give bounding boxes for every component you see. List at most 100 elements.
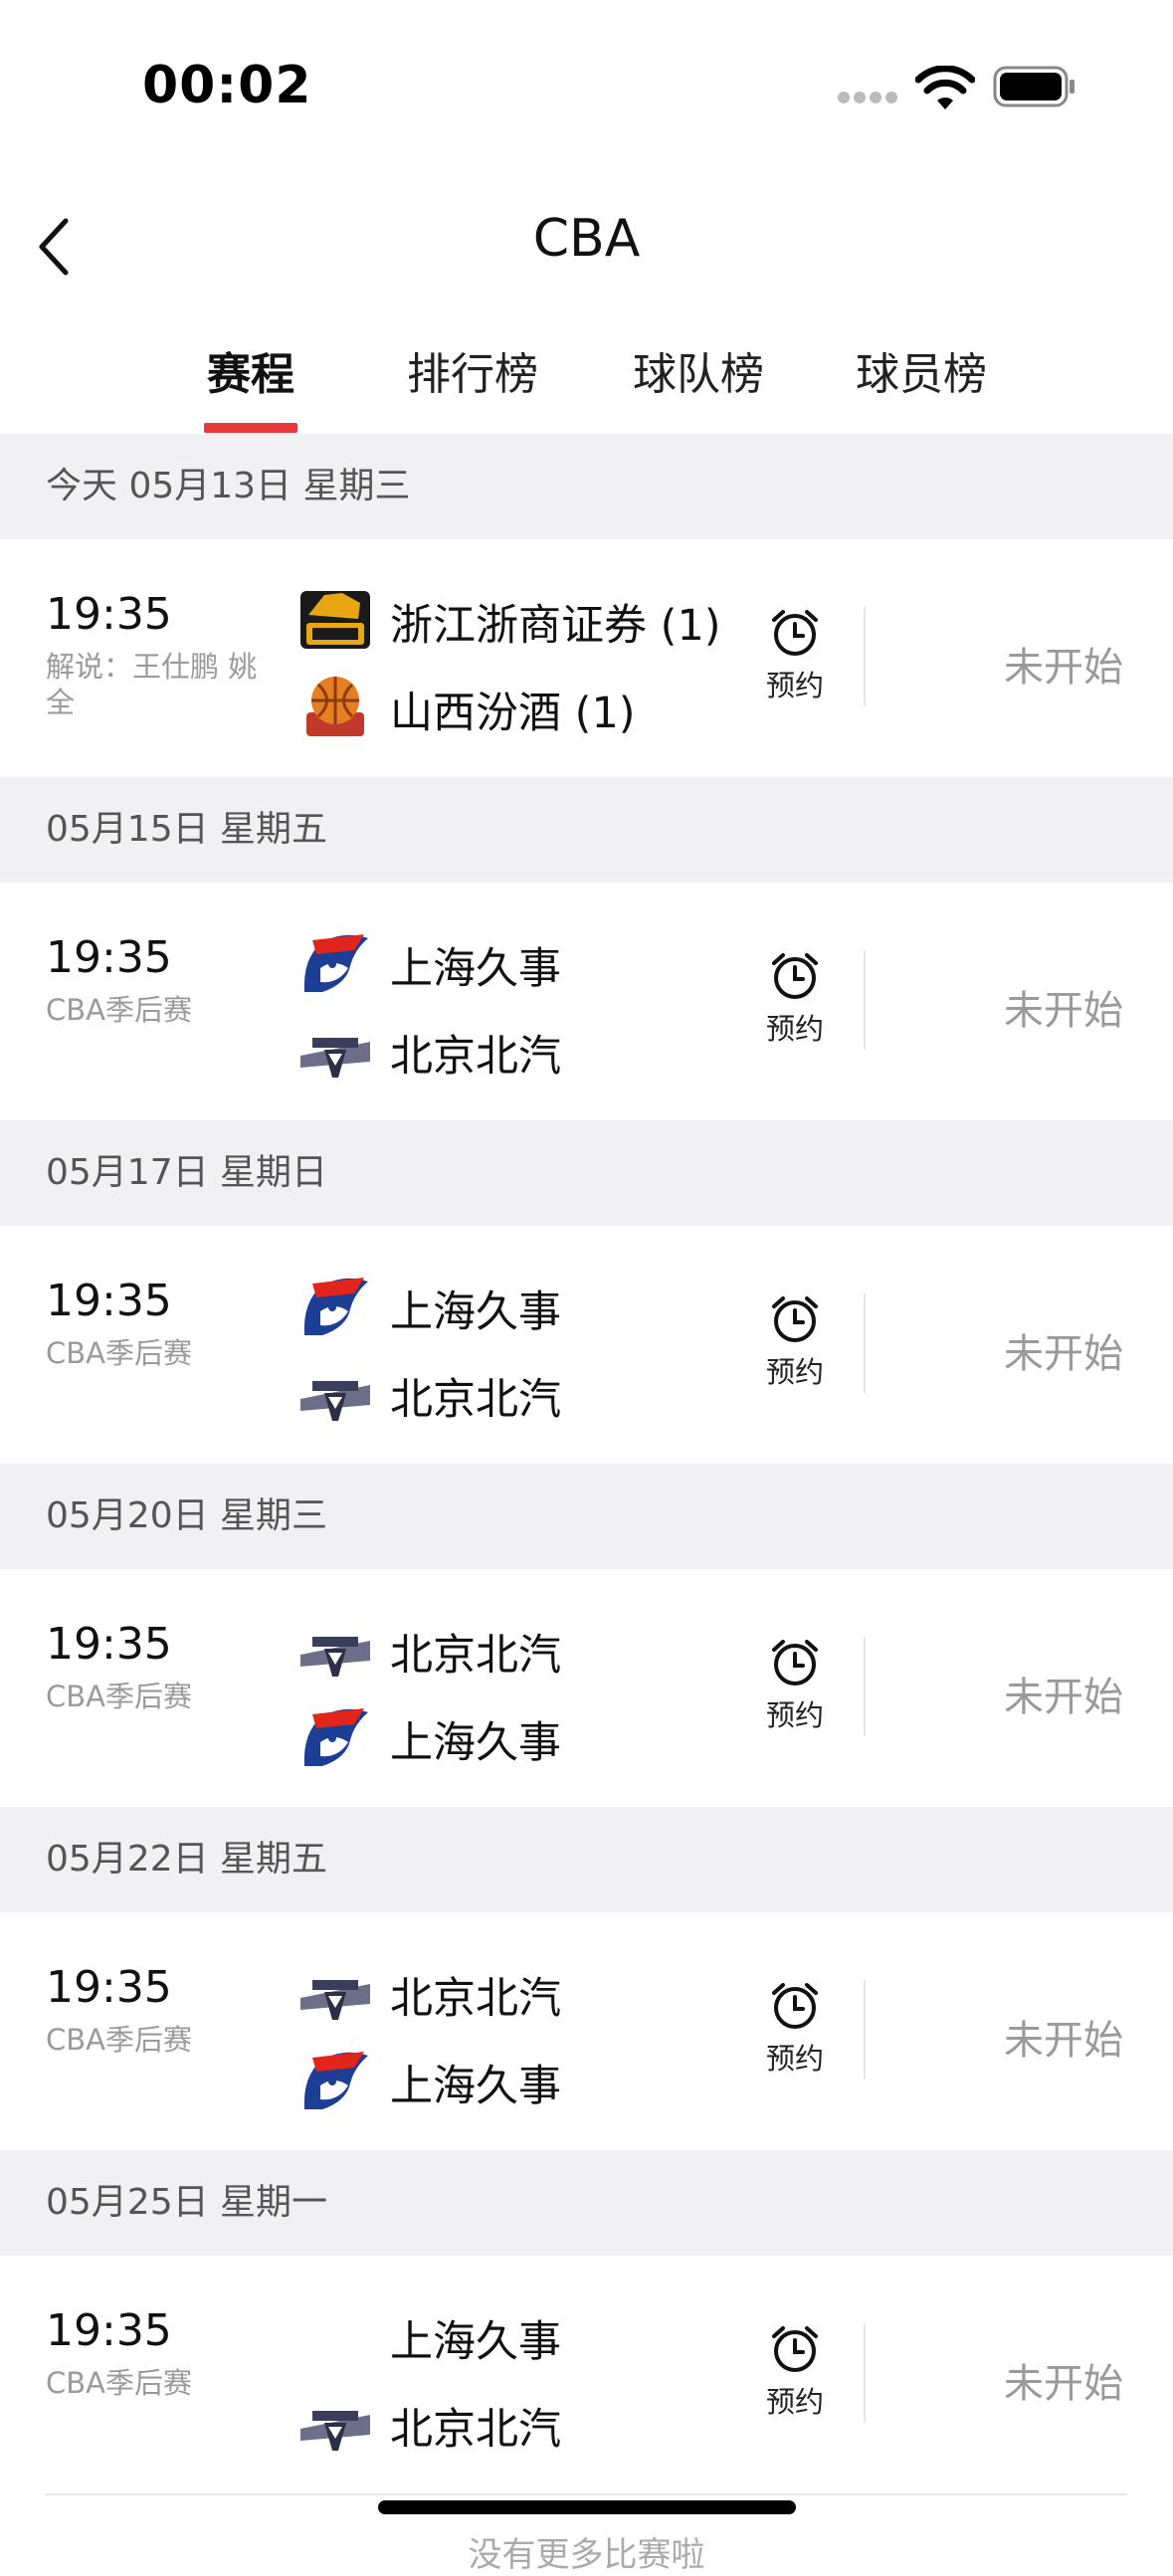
list-end-divider [46,2493,1127,2495]
team-name: 上海久事 [390,2062,561,2111]
reminder-button[interactable]: 预约 [756,1637,834,1734]
date-header: 05月22日 星期五 [0,1807,1173,1912]
wifi-icon [915,66,975,109]
active-tab-indicator [204,423,297,433]
alarm-clock-icon [772,1640,818,1685]
team-name: 上海久事 [390,1718,561,1768]
reminder-button[interactable]: 预约 [756,1980,834,2078]
alarm-clock-icon [772,2326,818,2372]
tab-rankings[interactable]: 排行榜 [403,338,542,434]
nav-bar: CBA [0,179,1173,308]
team-logo [298,673,372,740]
home-indicator[interactable] [378,2500,796,2514]
no-more-matches-text: 没有更多比赛啦 [468,2535,705,2575]
home-team[interactable]: 北京北汽 [298,1952,736,2032]
away-team[interactable]: 北京北汽 [298,1353,736,1433]
team-logo [298,1359,372,1427]
divider [864,1637,866,1736]
schedule-list[interactable]: 今天 05月13日 星期三 19:35 解说：王仕鹏 姚全 浙江浙商证券 (1) 山西汾… [0,434,1173,2493]
alarm-clock-icon [772,1983,818,2029]
reminder-button[interactable]: 预约 [756,950,834,1048]
match-time: 19:35 [46,1619,172,1670]
match-time: 19:35 [46,589,172,640]
team-logo [298,1702,372,1770]
team-name: 山西汾酒 (1) [390,689,636,738]
match-row[interactable]: 19:35 CBA季后赛 上海久事北京北汽 预约 未开始 [0,2256,1173,2493]
away-team[interactable]: 北京北汽 [298,2383,736,2463]
match-row[interactable]: 19:35 解说：王仕鹏 姚全 浙江浙商证券 (1) 山西汾酒 (1) 预约 未开始 [0,539,1173,777]
divider [864,1980,866,2080]
cellular-signal-icon [838,92,897,105]
tab-team-stats[interactable]: 球队榜 [629,338,768,434]
divider [864,1293,866,1393]
team-name: 北京北汽 [390,1631,561,1681]
home-team[interactable]: 上海久事 [298,2295,736,2375]
match-subtitle: CBA季后赛 [46,2366,192,2400]
page-title: CBA [532,209,641,269]
divider [864,2323,866,2423]
home-team[interactable]: 上海久事 [298,922,736,1002]
team-name: 北京北汽 [390,1375,561,1425]
status-time: 00:02 [142,56,312,115]
team-name: 上海久事 [390,944,561,994]
team-name: 北京北汽 [390,2405,561,2455]
tab-player-stats[interactable]: 球员榜 [852,338,991,434]
match-subtitle: CBA季后赛 [46,993,192,1027]
match-status: 未开始 [1004,2018,1123,2064]
status-bar: 00:02 [0,0,1173,149]
match-subtitle: 解说：王仕鹏 姚全 [46,650,258,719]
reminder-button[interactable]: 预约 [756,1293,834,1391]
team-logo [298,1272,372,1339]
team-name: 浙江浙商证券 (1) [390,601,721,651]
team-logo [298,2301,372,2369]
match-row[interactable]: 19:35 CBA季后赛 北京北汽上海久事 预约 未开始 [0,1912,1173,2150]
divider [864,950,866,1050]
date-header: 05月15日 星期五 [0,777,1173,883]
reminder-label: 预约 [765,2385,824,2419]
team-name: 北京北汽 [390,1032,561,1082]
away-team[interactable]: 上海久事 [298,1696,736,1776]
home-team[interactable]: 浙江浙商证券 (1) [298,579,736,659]
team-logo [298,1615,372,1683]
match-subtitle: CBA季后赛 [46,1336,192,1370]
date-header: 05月17日 星期日 [0,1120,1173,1226]
home-team[interactable]: 北京北汽 [298,1609,736,1688]
match-time: 19:35 [46,1962,172,2013]
match-status: 未开始 [1004,1331,1123,1377]
match-subtitle: CBA季后赛 [46,2023,192,2057]
match-time: 19:35 [46,1276,172,1326]
match-status: 未开始 [1004,988,1123,1034]
tab-schedule[interactable]: 赛程 [204,338,297,434]
team-logo [298,2046,372,2113]
match-row[interactable]: 19:35 CBA季后赛 北京北汽上海久事 预约 未开始 [0,1569,1173,1807]
match-status: 未开始 [1004,2361,1123,2407]
reminder-button[interactable]: 预约 [756,2323,834,2421]
team-logo [298,1016,372,1084]
match-status: 未开始 [1004,1675,1123,1720]
alarm-clock-icon [772,1296,818,1342]
match-row[interactable]: 19:35 CBA季后赛 上海久事北京北汽 预约 未开始 [0,883,1173,1120]
home-team[interactable]: 上海久事 [298,1266,736,1345]
match-time: 19:35 [46,2305,172,2356]
team-logo [298,2389,372,2457]
reminder-label: 预约 [765,1698,824,1732]
away-team[interactable]: 北京北汽 [298,1010,736,1090]
away-team[interactable]: 上海久事 [298,2040,736,2119]
alarm-clock-icon [772,953,818,999]
match-time: 19:35 [46,932,172,983]
match-status: 未开始 [1004,645,1123,691]
away-team[interactable]: 山西汾酒 (1) [298,667,736,746]
reminder-label: 预约 [765,1355,824,1389]
reminder-label: 预约 [765,669,824,702]
match-row[interactable]: 19:35 CBA季后赛 上海久事北京北汽 预约 未开始 [0,1226,1173,1464]
reminder-button[interactable]: 预约 [756,607,834,704]
team-logo [298,928,372,996]
team-name: 北京北汽 [390,1974,561,2024]
alarm-clock-icon [772,610,818,656]
team-logo [298,1958,372,2026]
date-header: 05月25日 星期一 [0,2150,1173,2256]
team-name: 上海久事 [390,1288,561,1337]
match-subtitle: CBA季后赛 [46,1680,192,1713]
date-header: 今天 05月13日 星期三 [0,434,1173,539]
divider [864,607,866,706]
